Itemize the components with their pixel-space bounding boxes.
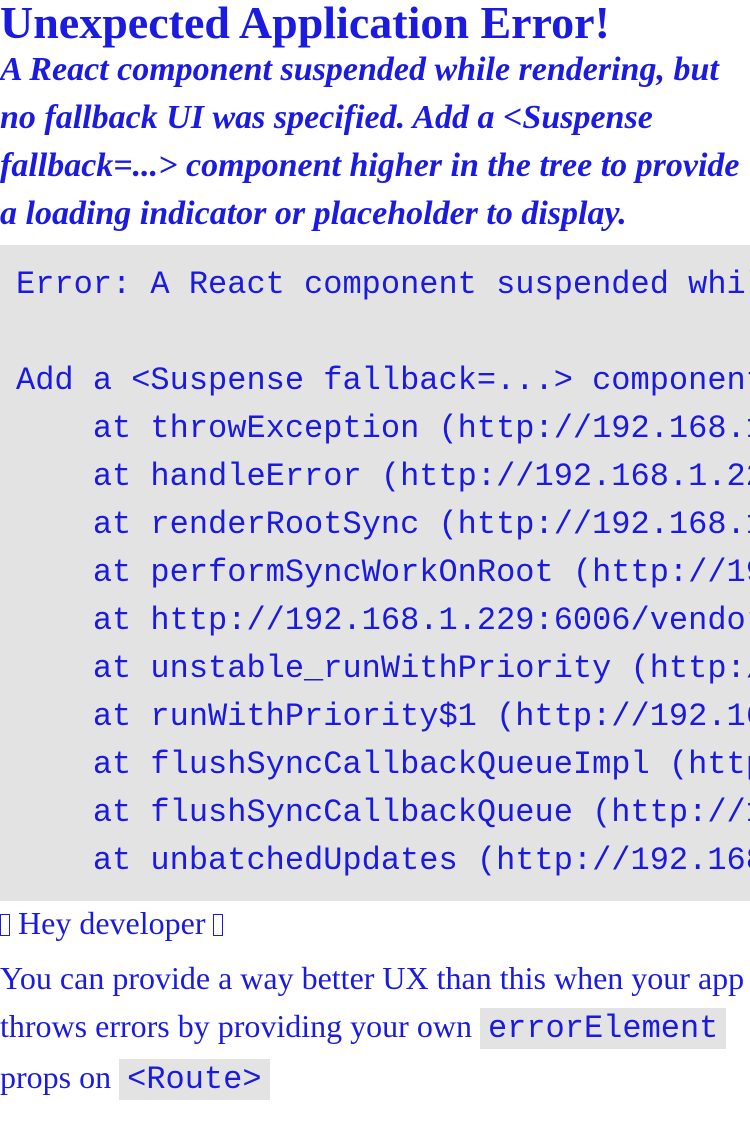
stack-line: at unbatchedUpdates (http://192.168.1.22…	[92, 842, 750, 879]
stack-line: Add a <Suspense fallback=...> component …	[16, 362, 750, 399]
stack-line	[16, 309, 734, 357]
stack-line: Error: A React component suspended while…	[16, 266, 750, 303]
stack-line: at flushSyncCallbackQueue (http://192.16…	[92, 794, 750, 831]
stack-line: at performSyncWorkOnRoot (http://192.168…	[92, 554, 750, 591]
stack-line: at http://192.168.1.229:6006/vendors-nod…	[92, 602, 750, 639]
stack-line: at runWithPriority$1 (http://192.168.1.2…	[92, 698, 750, 735]
developer-hint: You can provide a way better UX than thi…	[0, 954, 750, 1104]
error-element-code: errorElement	[479, 1008, 727, 1049]
emoji-placeholder-icon	[213, 914, 224, 936]
stack-line: at renderRootSync (http://192.168.1.229:…	[92, 506, 750, 543]
error-message: A React component suspended while render…	[0, 51, 740, 232]
stack-trace: Error: A React component suspended while…	[0, 245, 750, 901]
emoji-placeholder-icon	[0, 914, 10, 936]
stack-line: at handleError (http://192.168.1.229:600…	[92, 458, 750, 495]
stack-line: at unstable_runWithPriority (http://192.…	[92, 650, 750, 687]
stack-line: at flushSyncCallbackQueueImpl (http://19…	[92, 746, 750, 783]
stack-line: at throwException (http://192.168.1.229:…	[92, 410, 750, 447]
developer-hint-text-middle: props on	[0, 1059, 120, 1095]
developer-heading: Hey developer	[0, 907, 750, 941]
error-title: Unexpected Application Error!	[0, 0, 610, 48]
developer-heading-text: Hey developer	[18, 905, 206, 941]
route-code: <Route>	[119, 1059, 270, 1100]
